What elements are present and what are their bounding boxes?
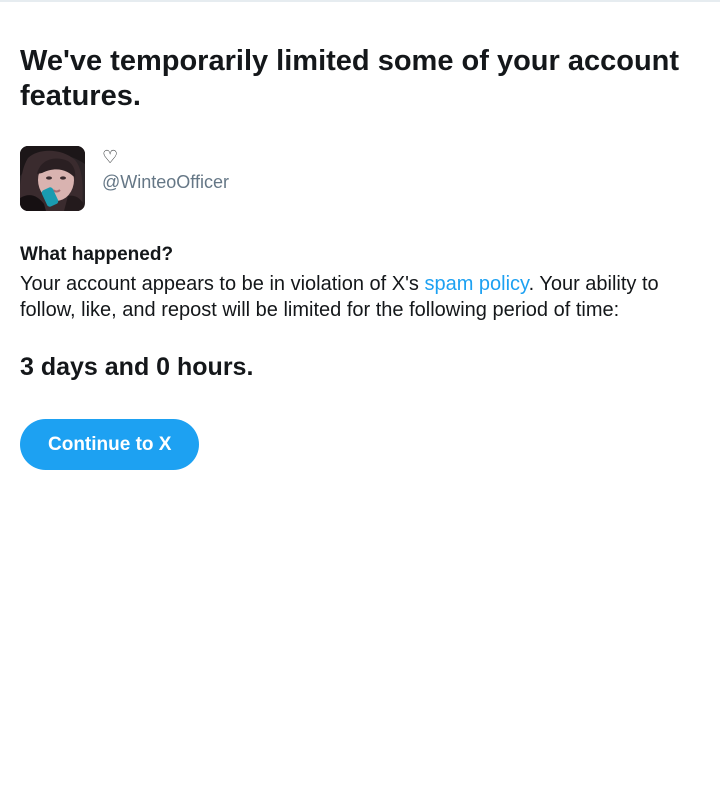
- limit-notice-page: We've temporarily limited some of your a…: [20, 44, 700, 470]
- page-title: We've temporarily limited some of your a…: [20, 45, 680, 112]
- restriction-duration: 3 days and 0 hours.: [20, 353, 254, 381]
- account-handle: @WinteoOfficer: [102, 172, 229, 192]
- account-summary: ♡ @WinteoOfficer: [20, 146, 700, 211]
- continue-button[interactable]: Continue to X: [20, 419, 200, 470]
- profile-photo-icon: [20, 146, 85, 211]
- account-identity: ♡ @WinteoOfficer: [102, 146, 229, 193]
- violation-explanation: Your account appears to be in violation …: [20, 271, 700, 323]
- display-name: ♡: [102, 147, 119, 168]
- top-divider: [0, 0, 720, 2]
- what-happened-heading: What happened?: [20, 244, 174, 265]
- avatar: [20, 146, 85, 211]
- explanation-text-start: Your account appears to be in violation …: [20, 273, 425, 295]
- spam-policy-link[interactable]: spam policy: [424, 273, 528, 295]
